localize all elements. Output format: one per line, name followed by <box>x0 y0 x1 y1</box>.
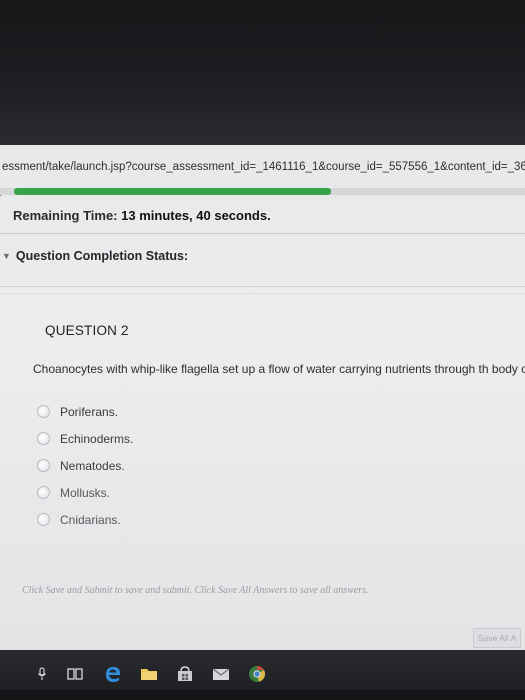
question-text: Choanocytes with whip-like flagella set … <box>33 362 525 376</box>
remaining-time-value: 13 minutes, 40 seconds. <box>121 208 271 223</box>
answer-option-label[interactable]: Mollusks. <box>60 486 110 500</box>
progress-bar <box>0 188 525 195</box>
progress-fill <box>14 188 331 195</box>
answer-option-label[interactable]: Echinoderms. <box>60 432 133 446</box>
divider <box>0 293 525 294</box>
task-view-icon[interactable] <box>66 665 84 683</box>
address-bar[interactable]: essment/take/launch.jsp?course_assessmen… <box>0 153 525 181</box>
answer-option-label[interactable]: Poriferans. <box>60 405 118 419</box>
answer-option[interactable]: Mollusks. <box>37 479 133 506</box>
taskbar-bottom-edge <box>0 690 525 700</box>
browser-viewport: essment/take/launch.jsp?course_assessmen… <box>0 145 525 650</box>
radio-button[interactable] <box>37 405 50 418</box>
chrome-icon[interactable] <box>248 665 266 683</box>
mail-icon[interactable] <box>212 665 230 683</box>
chevron-down-icon: ▼ <box>2 251 11 261</box>
answer-option[interactable]: Cnidarians. <box>37 506 133 533</box>
store-icon[interactable] <box>176 665 194 683</box>
edge-browser-icon[interactable] <box>104 665 122 683</box>
question-completion-status-toggle[interactable]: ▼ Question Completion Status: <box>2 249 188 263</box>
answer-option[interactable]: Echinoderms. <box>37 425 133 452</box>
save-all-answers-button[interactable]: Save All A <box>473 628 522 648</box>
answer-option-label[interactable]: Nematodes. <box>60 459 125 473</box>
monitor-bezel <box>0 0 525 145</box>
radio-button[interactable] <box>37 513 50 526</box>
answer-options: Poriferans. Echinoderms. Nematodes. Moll… <box>37 398 133 533</box>
remaining-time-label: Remaining Time: <box>13 208 118 223</box>
remaining-time: Remaining Time: 13 minutes, 40 seconds. <box>13 208 271 223</box>
question-completion-status-label: Question Completion Status: <box>15 249 189 263</box>
answer-option[interactable]: Nematodes. <box>37 452 133 479</box>
url-text: essment/take/launch.jsp?course_assessmen… <box>2 161 525 173</box>
microphone-icon[interactable] <box>33 665 51 683</box>
radio-button[interactable] <box>37 486 50 499</box>
submit-instructions: Click Save and Submit to save and submit… <box>22 585 369 596</box>
question-title: QUESTION 2 <box>45 323 129 338</box>
answer-option-label[interactable]: Cnidarians. <box>60 513 121 527</box>
radio-button[interactable] <box>37 432 50 445</box>
file-explorer-icon[interactable] <box>140 665 158 683</box>
radio-button[interactable] <box>37 459 50 472</box>
divider <box>0 233 525 234</box>
answer-option[interactable]: Poriferans. <box>37 398 133 425</box>
divider <box>0 286 525 287</box>
